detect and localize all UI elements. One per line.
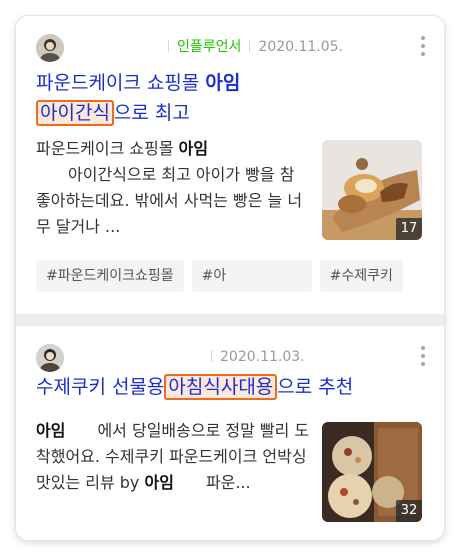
result-card: 인플루언서 2020.11.05. 파운드케이크 쇼핑몰 아임아이간식 으로 최고 … bbox=[16, 16, 444, 314]
post-title-link[interactable]: 수제쿠키 선물용 아침식사대용 으로 추천 bbox=[36, 372, 426, 402]
more-options-icon[interactable] bbox=[420, 346, 426, 368]
post-thumbnail[interactable]: 17 bbox=[322, 140, 422, 240]
post-snippet[interactable]: 파운드케이크 쇼핑몰 아임 아이간식으로 최고 아이가 빵을 참 좋아하는데요.… bbox=[36, 136, 312, 240]
search-results-frame: 인플루언서 2020.11.05. 파운드케이크 쇼핑몰 아임 아이간식 으로 최고 … bbox=[16, 16, 444, 540]
influencer-badge[interactable]: 인플루언서 bbox=[177, 39, 241, 55]
meta-separator bbox=[168, 40, 169, 52]
title-text: 으로 최고 bbox=[113, 102, 190, 124]
snippet-keyword: 아임 bbox=[36, 421, 66, 440]
card-divider bbox=[16, 314, 444, 326]
meta-separator bbox=[249, 40, 251, 52]
snippet-keyword: 아임 bbox=[144, 473, 174, 492]
tag-item[interactable]: #아 bbox=[191, 260, 312, 292]
highlighted-keyword: 아이간식 bbox=[36, 100, 114, 126]
post-meta: 2020.11.03. bbox=[211, 348, 305, 366]
title-text: 수제쿠키 선물용 bbox=[36, 376, 165, 398]
photo-count-badge: 17 bbox=[396, 218, 422, 240]
avatar[interactable] bbox=[36, 34, 64, 62]
title-keyword: 아임 bbox=[205, 72, 241, 94]
result-card: 2020.11.03. 수제쿠키 선물용 아침식사대용 으로 추천 아임 에서 당일… bbox=[16, 326, 444, 540]
post-date: 2020.11.03. bbox=[220, 349, 305, 365]
snippet-text: 파운드케이크 쇼핑몰 bbox=[36, 139, 179, 158]
tag-item[interactable]: #파운드케이크쇼핑몰 bbox=[36, 260, 184, 292]
snippet-text: 파운... bbox=[173, 473, 251, 492]
post-meta: 인플루언서 2020.11.05. bbox=[168, 38, 343, 56]
avatar[interactable] bbox=[36, 344, 64, 372]
tag-list: #파운드케이크쇼핑몰 #아 #수제쿠키 bbox=[36, 260, 444, 296]
snippet-keyword: 아임 bbox=[178, 139, 209, 158]
title-text: 으로 추천 bbox=[277, 376, 354, 398]
post-title-link[interactable]: 파운드케이크 쇼핑몰 아임아이간식 으로 최고 bbox=[36, 68, 326, 128]
snippet-text: 아이간식으로 최고 아이가 빵을 참 좋아하는데요. 밖에서 사먹는 빵은 늘 … bbox=[36, 165, 303, 236]
photo-count-badge: 32 bbox=[396, 500, 422, 522]
post-date: 2020.11.05. bbox=[258, 39, 344, 55]
meta-separator bbox=[211, 350, 212, 362]
highlighted-keyword: 아침식사대용 bbox=[164, 374, 278, 400]
title-text: 파운드케이크 쇼핑몰 bbox=[36, 72, 206, 94]
tag-item[interactable]: #수제쿠키 bbox=[319, 260, 403, 292]
more-options-icon[interactable] bbox=[420, 36, 426, 58]
post-snippet[interactable]: 아임 에서 당일배송으로 정말 빨리 도착했어요. 수제쿠키 파운드케이크 언박… bbox=[36, 418, 312, 496]
post-thumbnail[interactable]: 32 bbox=[322, 422, 422, 522]
